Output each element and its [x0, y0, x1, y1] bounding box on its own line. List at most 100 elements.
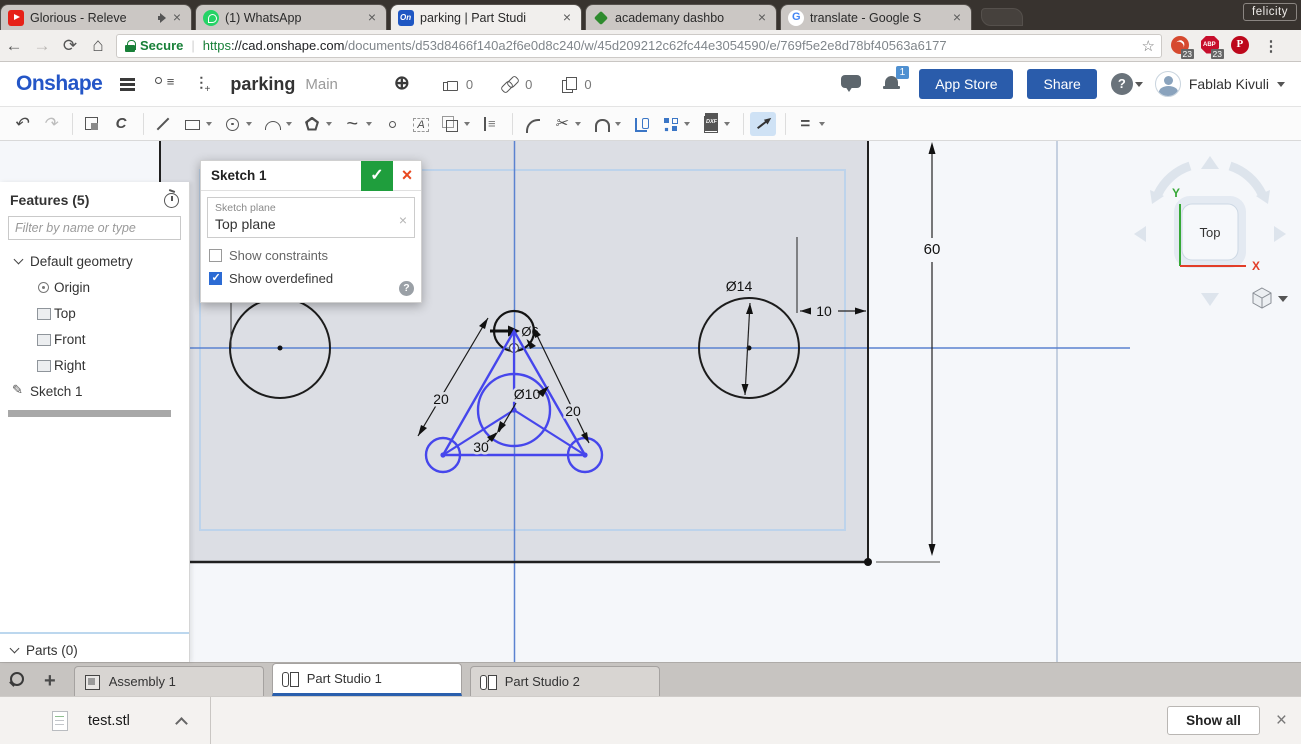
reload-button[interactable]: ⟳ [56, 36, 84, 56]
document-title[interactable]: parking [230, 74, 295, 95]
rotate-up-arrow[interactable] [1201, 156, 1219, 169]
help-icon[interactable] [1110, 73, 1133, 95]
document-tab[interactable]: Assembly 1 [73, 666, 264, 696]
rotate-right-arrow[interactable] [1274, 226, 1286, 242]
help-caret-icon[interactable] [1134, 81, 1143, 87]
feature-tree-row[interactable]: Default geometry [0, 248, 189, 274]
toolbar-tool[interactable] [548, 112, 585, 136]
feature-tree-row[interactable]: Front [0, 326, 189, 352]
tool-dropdown-caret[interactable] [615, 121, 621, 126]
cancel-button[interactable] [393, 161, 421, 191]
toolbar-tool[interactable] [299, 112, 336, 136]
corner-vertex[interactable] [864, 558, 872, 566]
download-caret-icon[interactable] [176, 716, 186, 726]
public-globe-icon[interactable] [394, 72, 414, 95]
toolbar-tool[interactable] [477, 112, 503, 136]
rollback-bar[interactable] [8, 410, 171, 417]
tool-dropdown-caret[interactable] [464, 121, 470, 126]
tool-dropdown-caret[interactable] [684, 121, 690, 126]
feature-tree-row[interactable]: Top [0, 300, 189, 326]
app-store-button[interactable]: App Store [919, 69, 1014, 99]
vertex-br[interactable] [582, 452, 588, 458]
toolbar-tool[interactable] [519, 112, 545, 136]
clear-plane-icon[interactable] [399, 212, 407, 228]
toolbar-tool[interactable] [792, 112, 829, 136]
accept-button[interactable] [361, 160, 393, 191]
bookmark-star-icon[interactable] [1142, 37, 1155, 55]
toolbar-tool[interactable] [259, 112, 296, 136]
tab-close-icon[interactable] [365, 11, 379, 25]
browser-menu-icon[interactable] [1258, 37, 1284, 55]
show-constraints-row[interactable]: Show constraints [201, 244, 421, 267]
browser-tab[interactable]: parking | Part Studi [390, 4, 582, 30]
dim-offset[interactable]: 10 [814, 301, 835, 322]
copy-icon[interactable] [560, 75, 578, 93]
dim-dia-right[interactable]: Ø14 [723, 276, 755, 297]
tool-dropdown-caret[interactable] [286, 121, 292, 126]
tab-close-icon[interactable] [170, 11, 184, 25]
toolbar-tool[interactable] [179, 112, 216, 136]
toolbar-tool[interactable] [37, 112, 63, 136]
cube-face-label[interactable]: Top [1200, 225, 1221, 240]
show-overdefined-row[interactable]: Show overdefined [201, 267, 421, 290]
toolbar-tool[interactable] [339, 112, 376, 136]
toolbar-tool[interactable] [219, 112, 256, 136]
comments-icon[interactable] [841, 74, 863, 94]
dim-width-bottom[interactable]: 30 [471, 437, 492, 458]
download-file-name[interactable]: test.stl [88, 713, 130, 729]
avatar[interactable] [1154, 71, 1181, 97]
show-overdefined-checkbox[interactable] [209, 271, 222, 285]
toolbar-tool[interactable] [512, 112, 513, 135]
share-button[interactable]: Share [1027, 69, 1097, 99]
parts-divider[interactable] [0, 632, 189, 634]
extension-red-icon[interactable]: 23 [1170, 35, 1194, 59]
view-options-caret[interactable] [1278, 296, 1288, 302]
pinterest-icon[interactable] [1230, 35, 1252, 57]
tab-audio-icon[interactable] [158, 12, 170, 24]
dialog-help-icon[interactable] [399, 281, 414, 296]
document-tab[interactable]: Part Studio 2 [469, 666, 660, 696]
history-icon[interactable] [164, 192, 179, 208]
notifications-bell[interactable]: 1 [881, 66, 910, 96]
tool-dropdown-caret[interactable] [206, 121, 212, 126]
tab-close-icon[interactable] [950, 11, 964, 25]
show-constraints-checkbox[interactable] [209, 249, 222, 262]
home-button[interactable]: ⌂ [84, 35, 112, 57]
rotate-cw-arrow[interactable] [1228, 161, 1267, 197]
add-tab-icon[interactable] [44, 670, 56, 693]
tab-close-icon[interactable] [755, 11, 769, 25]
sketch-plane-field[interactable]: Sketch plane Top plane [207, 197, 415, 238]
tool-dropdown-caret[interactable] [575, 121, 581, 126]
adblock-icon[interactable]: 23 [1200, 35, 1224, 59]
search-tabs-icon[interactable] [8, 670, 32, 690]
tool-dropdown-caret[interactable] [819, 121, 825, 126]
download-bar-close-icon[interactable] [1276, 710, 1287, 732]
new-tab-button[interactable] [981, 8, 1023, 26]
dim-side-right[interactable]: 20 [563, 401, 584, 422]
toolbar-tool[interactable] [628, 112, 654, 136]
browser-tab[interactable]: Glorious - Releve [0, 4, 192, 30]
tab-close-icon[interactable] [560, 11, 574, 25]
tool-dropdown-caret[interactable] [326, 121, 332, 126]
user-name[interactable]: Fablab Kivuli [1189, 76, 1269, 92]
show-all-button[interactable]: Show all [1167, 706, 1260, 735]
toolbar-tool[interactable] [408, 112, 434, 136]
workspace-name[interactable]: Main [305, 76, 338, 93]
graphics-area[interactable]: 60 Ø14 10 Ø6 20 20 30 Ø10 [0, 141, 1301, 662]
toolbar-tool[interactable] [8, 112, 34, 136]
create-version-icon[interactable] [190, 74, 210, 95]
dim-height[interactable]: 60 [921, 239, 943, 261]
toolbar-tool[interactable] [379, 112, 405, 136]
dim-dia-center[interactable]: Ø10 [511, 384, 543, 405]
circle-left-center[interactable] [277, 345, 283, 351]
tool-dropdown-caret[interactable] [366, 121, 372, 126]
toolbar-tool[interactable] [79, 112, 105, 136]
toolbar-tool[interactable] [697, 112, 734, 136]
toolbar-tool[interactable] [750, 111, 776, 136]
toolbar-tool[interactable] [108, 112, 134, 136]
toolbar-tool[interactable] [150, 112, 176, 136]
download-item[interactable]: test.stl [0, 710, 186, 731]
rotate-down-arrow[interactable] [1201, 293, 1219, 306]
toolbar-tool[interactable] [743, 112, 744, 135]
parts-section[interactable]: Parts (0) [0, 638, 189, 662]
